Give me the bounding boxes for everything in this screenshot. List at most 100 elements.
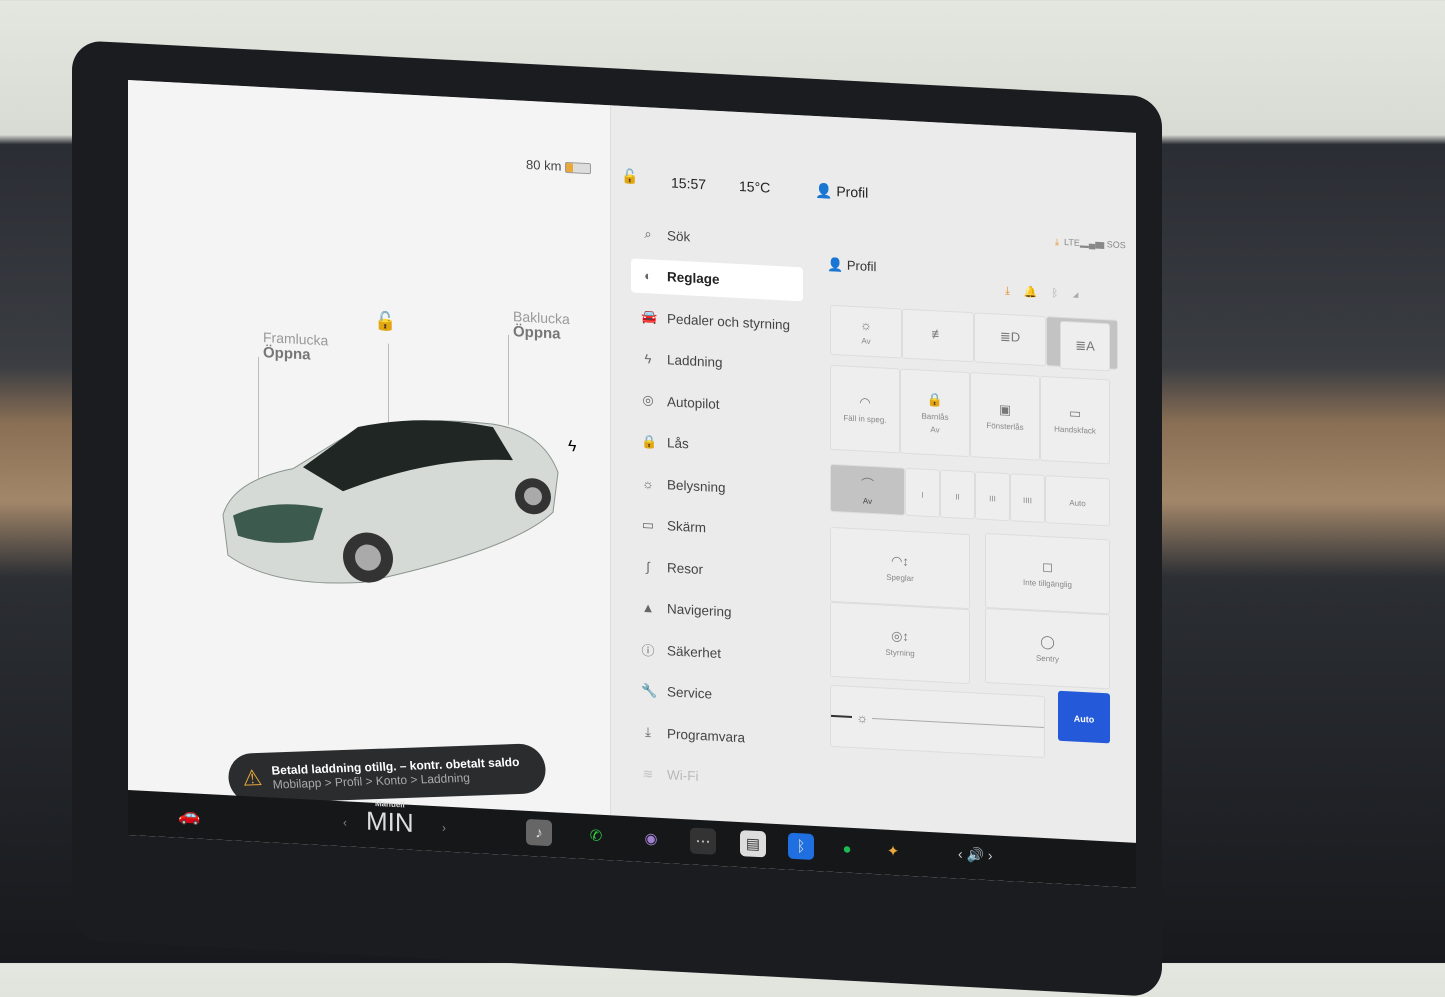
menu-item-5[interactable]: 🔒 Lås — [631, 424, 803, 467]
range-text: 80 km — [526, 156, 562, 174]
fan-control[interactable]: Manuell MIN — [366, 798, 414, 838]
clock: 15:57 — [671, 174, 707, 193]
brightness-auto-button[interactable]: Auto — [1058, 690, 1110, 744]
wiper-option-3[interactable]: III — [975, 471, 1010, 522]
extra-1-icon: ◯ — [1040, 633, 1055, 650]
bluetooth-icon[interactable]: ᛒ — [788, 832, 814, 860]
menu-item-1[interactable]: ◐ Reglage — [631, 257, 803, 301]
extra-1-label: Sentry — [1035, 653, 1060, 664]
adjust-speglar[interactable]: ◠↕ Speglar — [830, 526, 970, 610]
menu-item-0[interactable]: ⌕ Sök — [631, 216, 803, 259]
bolt-icon: ϟ — [644, 351, 652, 367]
wiper-option-3-label: III — [989, 493, 996, 503]
phone-icon[interactable]: ✆ — [583, 822, 609, 849]
headlight-option-1[interactable]: ≢ — [902, 308, 974, 363]
headlight-option-0-label: Av — [861, 336, 871, 346]
headlight-option-0[interactable]: ☼ Av — [830, 304, 902, 359]
profile-button[interactable]: 👤 Profil — [815, 182, 868, 202]
quick-control-3-label: Handskfack — [1054, 424, 1096, 436]
brightness-auto-button-label: Auto — [1073, 713, 1095, 725]
spotify-icon[interactable]: ● — [834, 835, 860, 862]
quick-control-1[interactable]: 🔒 Barnlås Av — [900, 368, 970, 458]
quick-control-3-icon: ▭ — [1068, 405, 1082, 421]
wiper-option-4[interactable]: IIII — [1010, 473, 1045, 524]
brightness-slider[interactable]: ☼ — [830, 684, 1045, 759]
toybox-icon[interactable]: ✦ — [880, 837, 906, 864]
panel-status-icons: ⤓🔔ᛒ◢ — [1005, 284, 1093, 303]
menu-item-3[interactable]: ϟ Laddning — [631, 341, 803, 384]
wiper-option-1[interactable]: I — [905, 467, 940, 518]
sos-icon[interactable]: SOS — [1107, 239, 1126, 250]
sun-icon: ☼ — [642, 475, 654, 492]
car-icon[interactable]: 🚗 — [178, 805, 200, 827]
adjust-speglar-label: Speglar — [886, 572, 914, 584]
wiper-option-2[interactable]: II — [940, 469, 975, 520]
lock-status-icon[interactable]: 🔓 — [621, 168, 638, 186]
download-icon[interactable]: ⤓ — [1055, 237, 1059, 247]
quick-control-0[interactable]: ◠ Fäll in speg. — [830, 364, 900, 454]
auto-high-beam-button[interactable]: ≣A — [1060, 320, 1110, 372]
slider-fill — [831, 714, 853, 718]
trunk-state: Öppna — [513, 323, 561, 343]
fan-decrease-button[interactable]: ‹ — [343, 815, 347, 829]
quick-control-2[interactable]: ▣ Fönsterlås — [970, 372, 1040, 461]
menu-item-2[interactable]: 🚘 Pedaler och styrning — [631, 299, 803, 342]
menu-item-12[interactable]: ⤓ Programvara — [631, 714, 803, 757]
download-icon[interactable]: ⤓ — [1005, 285, 1024, 298]
trunk-label[interactable]: Baklucka Öppna — [513, 308, 570, 343]
calendar-icon[interactable]: ▤ — [740, 830, 766, 858]
controls-panel: 👤 Profil ⤓ LTE▂▄▆ SOS 👤 Profil ⤓🔔ᛒ◢ ☼ Av ≢… — [815, 116, 1136, 843]
menu-item-10[interactable]: ⓘ Säkerhet — [631, 631, 803, 674]
battery-icon — [565, 161, 592, 175]
extra-1[interactable]: ◯ Sentry — [985, 607, 1110, 690]
menu-item-9[interactable]: ▲ Navigering — [631, 590, 803, 633]
wiper-option-0[interactable]: ⌒ Av — [830, 463, 905, 516]
quick-control-0-label: Fäll in speg. — [843, 413, 887, 425]
adjust-styrning-label: Styrning — [885, 647, 915, 659]
charging-warning-toast[interactable]: ⚠ Betald laddning otillg. – kontr. obeta… — [226, 742, 548, 805]
slider-track — [872, 717, 1044, 728]
toggle-icon: ◐ — [644, 268, 652, 284]
lte-signal-icon: LTE▂▄▆ — [1064, 237, 1105, 250]
fan-increase-button[interactable]: › — [442, 820, 446, 834]
adjust-styrning[interactable]: ◎↕ Styrning — [830, 601, 970, 685]
status-icons: ⤓ LTE▂▄▆ SOS — [1055, 237, 1126, 252]
car-image — [222, 420, 559, 584]
menu-item-label: Autopilot — [667, 393, 720, 412]
menu-item-label: Belysning — [667, 476, 726, 495]
camera-icon[interactable]: ◉ — [638, 825, 664, 852]
charge-port-icon[interactable]: ϟ — [568, 438, 576, 456]
adjust-speglar-icon: ◠↕ — [891, 552, 909, 569]
quick-control-1-label: Barnlås — [921, 411, 949, 422]
bell-icon: 🔔 — [1023, 285, 1052, 300]
menu-item-6[interactable]: ☼ Belysning — [631, 465, 803, 508]
menu-item-label: Wi-Fi — [667, 767, 699, 784]
menu-item-11[interactable]: 🔧 Service — [631, 673, 803, 716]
frunk-label[interactable]: Framlucka Öppna — [263, 329, 328, 364]
wiper-option-5[interactable]: Auto — [1045, 475, 1110, 527]
wiper-option-5-label: Auto — [1069, 497, 1086, 508]
wrench-icon: 🔧 — [641, 682, 658, 699]
headlight-option-0-icon: ☼ — [860, 317, 872, 333]
headlight-option-1-icon: ≢ — [931, 325, 945, 342]
menu-item-7[interactable]: ▭ Skärm — [631, 507, 803, 550]
extra-0-label: Inte tillgänglig — [1023, 577, 1072, 590]
music-icon[interactable]: ♪ — [526, 818, 552, 847]
range-indicator: 80 km — [526, 156, 592, 175]
more-apps-icon[interactable]: ⋯ — [690, 827, 716, 855]
settings-menu: 🔓 15:57 15°C ⌕ Sök ◐ Reglage 🚘 Pedaler och st… — [610, 105, 815, 827]
menu-item-13[interactable]: ≋ Wi-Fi — [631, 756, 803, 799]
quick-control-2-icon: ▣ — [998, 401, 1012, 418]
volume-icon[interactable]: ‹ 🔊 › — [958, 845, 993, 864]
quick-control-1-icon: 🔒 — [926, 391, 944, 408]
menu-item-label: Sök — [667, 227, 691, 244]
menu-item-4[interactable]: ◎ Autopilot — [631, 382, 803, 425]
bluetooth-icon: ᛒ — [1051, 287, 1073, 301]
extra-0[interactable]: ◻ Inte tillgänglig — [985, 532, 1110, 615]
headlight-option-2[interactable]: ≣D — [974, 312, 1046, 367]
menu-item-8[interactable]: ∫ Resor — [631, 548, 803, 591]
quick-control-3[interactable]: ▭ Handskfack — [1040, 375, 1110, 465]
lock-icon: 🔒 — [641, 433, 658, 450]
menu-item-label: Lås — [667, 435, 689, 452]
unlock-icon[interactable]: 🔓 — [374, 311, 396, 333]
